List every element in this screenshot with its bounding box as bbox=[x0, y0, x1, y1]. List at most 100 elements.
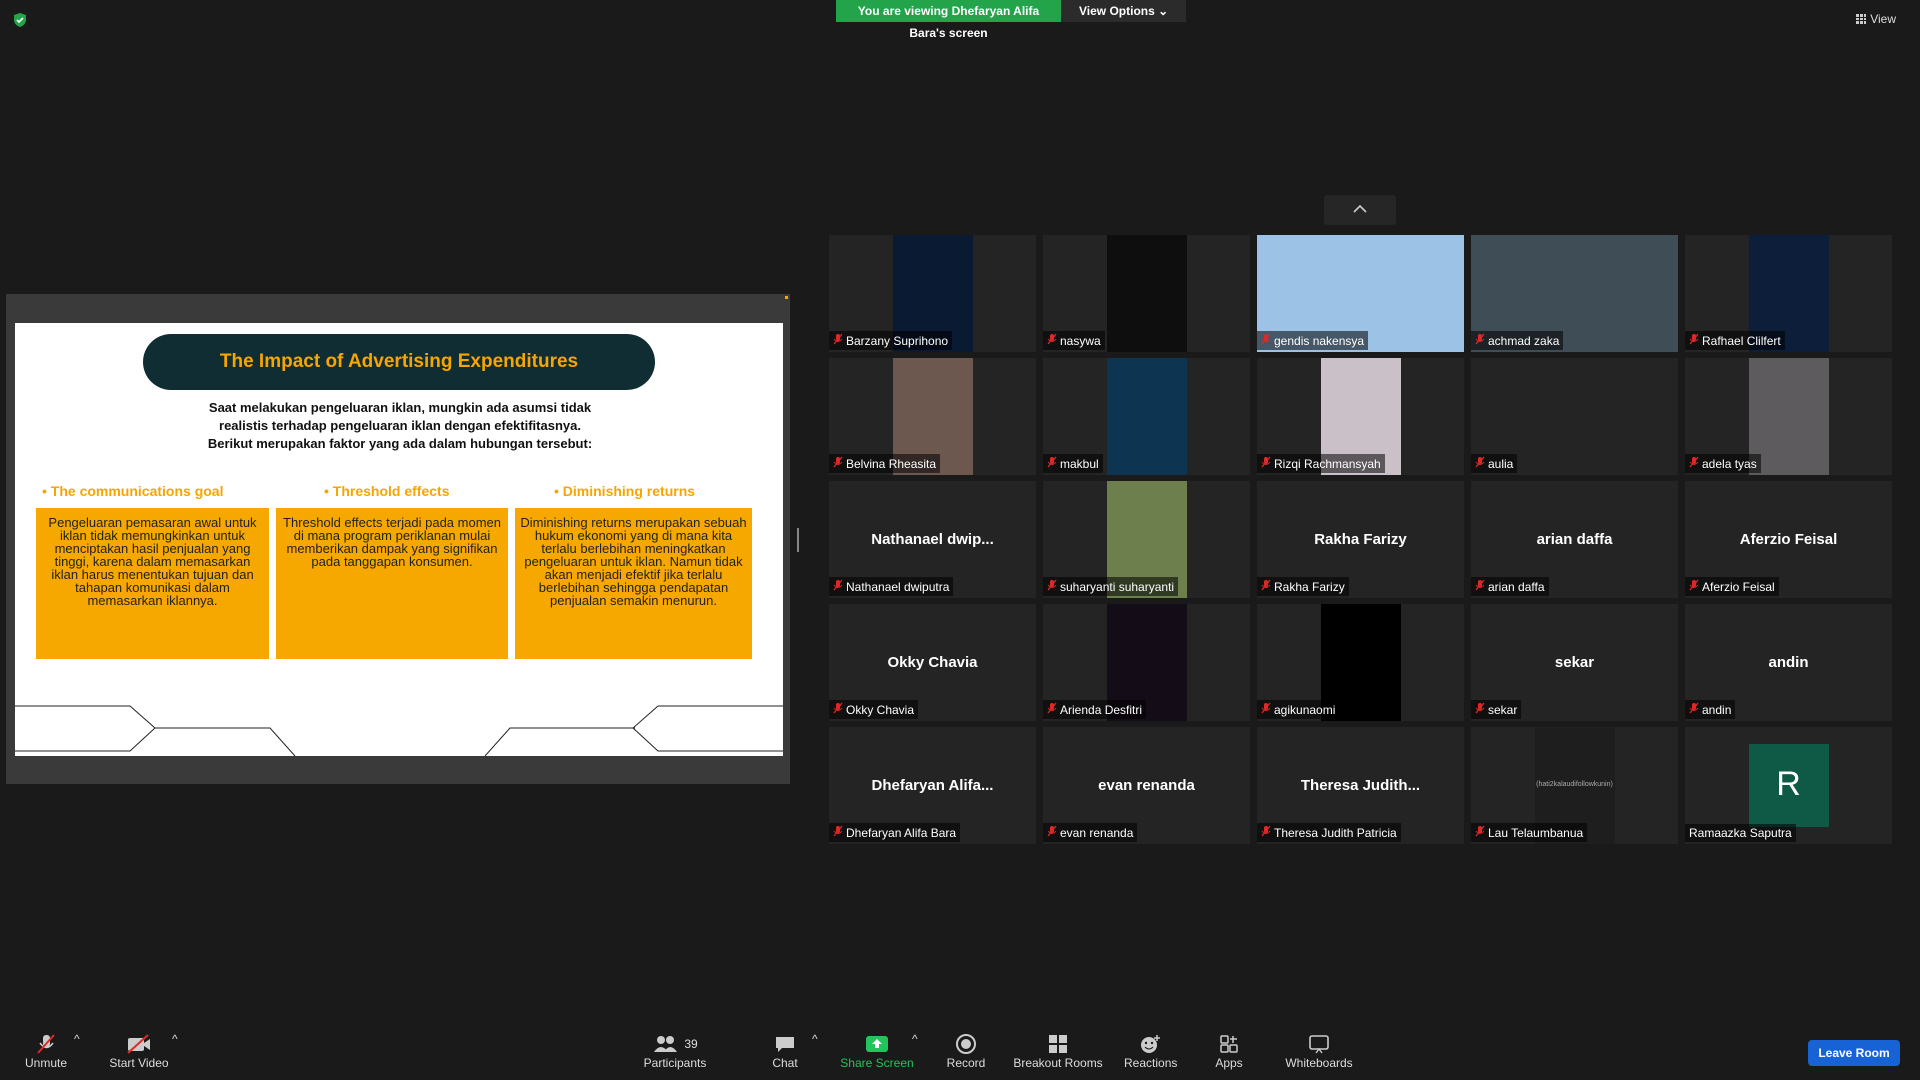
participant-tile[interactable]: makbul bbox=[1043, 358, 1250, 475]
unmute-label: Unmute bbox=[24, 1056, 68, 1070]
participant-name: andin bbox=[1702, 702, 1732, 717]
muted-mic-icon bbox=[1261, 825, 1271, 840]
chat-options-caret[interactable]: ^ bbox=[812, 1032, 818, 1046]
muted-mic-icon bbox=[833, 825, 843, 840]
muted-mic-icon bbox=[1689, 579, 1699, 594]
start-video-button[interactable]: Start Video bbox=[105, 1032, 173, 1070]
muted-mic-icon bbox=[1475, 579, 1485, 594]
whiteboards-button[interactable]: Whiteboards bbox=[1283, 1032, 1355, 1070]
whiteboards-label: Whiteboards bbox=[1285, 1056, 1353, 1070]
splitter-handle[interactable] bbox=[797, 528, 799, 552]
breakout-rooms-label: Breakout Rooms bbox=[1013, 1056, 1103, 1070]
participant-tile[interactable]: adela tyas bbox=[1685, 358, 1892, 475]
breakout-rooms-button[interactable]: Breakout Rooms bbox=[1013, 1032, 1103, 1070]
participant-name-label: Ramaazka Saputra bbox=[1685, 824, 1796, 842]
chevron-down-icon: ⌄ bbox=[1158, 4, 1169, 18]
participant-display-name: (hati2kalaudifollowkunin) bbox=[1536, 781, 1613, 788]
participant-name-label: Theresa Judith Patricia bbox=[1257, 823, 1401, 842]
muted-mic-icon bbox=[1261, 333, 1271, 348]
participant-tile[interactable]: Dhefaryan Alifa... Dhefaryan Alifa Bara bbox=[829, 727, 1036, 844]
collapse-gallery-button[interactable] bbox=[1324, 195, 1396, 225]
participant-name: Rizqi Rachmansyah bbox=[1274, 456, 1381, 471]
participant-tile[interactable]: andin andin bbox=[1685, 604, 1892, 721]
participant-tile[interactable]: Arienda Desfitri bbox=[1043, 604, 1250, 721]
participant-tile[interactable]: Theresa Judith... Theresa Judith Patricia bbox=[1257, 727, 1464, 844]
participant-tile[interactable]: Nathanael dwip... Nathanael dwiputra bbox=[829, 481, 1036, 598]
participant-name-label: Rakha Farizy bbox=[1257, 577, 1349, 596]
participant-display-name: Aferzio Feisal bbox=[1739, 531, 1838, 548]
participant-tile[interactable]: sekar sekar bbox=[1471, 604, 1678, 721]
share-screen-icon bbox=[840, 1032, 914, 1056]
share-options-caret[interactable]: ^ bbox=[912, 1032, 918, 1046]
participant-tile[interactable]: Rizqi Rachmansyah bbox=[1257, 358, 1464, 475]
presentation-slide: The Impact of Advertising Expenditures S… bbox=[15, 323, 783, 756]
participant-tile[interactable]: Rafhael Clilfert bbox=[1685, 235, 1892, 352]
view-button[interactable]: View bbox=[1856, 12, 1896, 26]
grid-view-icon bbox=[1856, 14, 1867, 24]
participant-display-name: Rakha Farizy bbox=[1314, 531, 1407, 548]
participant-tile[interactable]: (hati2kalaudifollowkunin) Lau Telaumbanua bbox=[1471, 727, 1678, 844]
participant-tile[interactable]: achmad zaka bbox=[1471, 235, 1678, 352]
record-icon bbox=[945, 1032, 987, 1056]
participants-icon bbox=[654, 1036, 678, 1052]
participant-video bbox=[1106, 358, 1187, 475]
participant-name: achmad zaka bbox=[1488, 333, 1560, 348]
participants-button[interactable]: 39 Participants bbox=[640, 1032, 710, 1070]
participant-tile[interactable]: Barzany Suprihono bbox=[829, 235, 1036, 352]
participant-name: aulia bbox=[1488, 456, 1514, 471]
participant-tile[interactable]: arian daffa arian daffa bbox=[1471, 481, 1678, 598]
leave-room-button[interactable]: Leave Room bbox=[1808, 1040, 1900, 1066]
participant-tile[interactable]: agikunaomi bbox=[1257, 604, 1464, 721]
participant-name: Rafhael Clilfert bbox=[1702, 333, 1781, 348]
unmute-button[interactable]: Unmute bbox=[20, 1032, 72, 1070]
participant-name: Okky Chavia bbox=[846, 702, 915, 717]
column-head-communications: • The communications goal bbox=[42, 483, 224, 499]
participant-name: Theresa Judith Patricia bbox=[1274, 825, 1397, 840]
participant-display-name: Nathanael dwip... bbox=[871, 531, 994, 548]
muted-mic-icon bbox=[833, 579, 843, 594]
muted-mic-icon bbox=[1475, 702, 1485, 717]
share-screen-button[interactable]: Share Screen bbox=[840, 1032, 914, 1070]
slide-intro: Saat melakukan pengeluaran iklan, mungki… bbox=[207, 400, 593, 451]
share-banner: You are viewing Dhefaryan Alifa Bara's s… bbox=[836, 0, 1187, 40]
participant-name: Lau Telaumbanua bbox=[1488, 825, 1584, 840]
participant-name: Barzany Suprihono bbox=[846, 333, 949, 348]
participant-display-name: Okky Chavia bbox=[887, 654, 978, 671]
start-video-label: Start Video bbox=[109, 1056, 169, 1070]
participant-tile[interactable]: gendis nakensya bbox=[1257, 235, 1464, 352]
muted-mic-icon bbox=[1047, 333, 1057, 348]
apps-button[interactable]: Apps bbox=[1214, 1032, 1244, 1070]
participant-tile[interactable]: R Ramaazka Saputra bbox=[1685, 727, 1892, 844]
participant-name-label: Lau Telaumbanua bbox=[1471, 823, 1588, 842]
participant-tile[interactable]: Belvina Rheasita bbox=[829, 358, 1036, 475]
participant-name-label: Arienda Desfitri bbox=[1043, 700, 1147, 719]
slide-decoration bbox=[15, 705, 783, 756]
shared-screen[interactable]: The Impact of Advertising Expenditures S… bbox=[6, 294, 790, 784]
meeting-toolbar: Unmute ^ Start Video ^ 39 Participants C… bbox=[0, 1022, 1920, 1080]
security-shield-icon[interactable] bbox=[12, 12, 28, 28]
view-options-button[interactable]: View Options ⌄ bbox=[1061, 0, 1187, 22]
participant-name-label: Okky Chavia bbox=[829, 700, 919, 719]
view-options-label: View Options bbox=[1079, 4, 1155, 18]
participant-name: evan renanda bbox=[1060, 825, 1134, 840]
participant-name: Ramaazka Saputra bbox=[1689, 826, 1792, 840]
participant-tile[interactable]: suharyanti suharyanti bbox=[1043, 481, 1250, 598]
column-body-communications: Pengeluaran pemasaran awal untuk iklan t… bbox=[36, 508, 269, 659]
reactions-button[interactable]: Reactions bbox=[1124, 1032, 1177, 1070]
participant-tile[interactable]: Okky Chavia Okky Chavia bbox=[829, 604, 1036, 721]
chat-button[interactable]: Chat bbox=[765, 1032, 805, 1070]
muted-mic-icon bbox=[1047, 579, 1057, 594]
participant-name: gendis nakensya bbox=[1274, 333, 1365, 348]
audio-options-caret[interactable]: ^ bbox=[74, 1032, 80, 1046]
participant-tile[interactable]: aulia bbox=[1471, 358, 1678, 475]
participant-tile[interactable]: Rakha Farizy Rakha Farizy bbox=[1257, 481, 1464, 598]
participant-tile[interactable]: evan renanda evan renanda bbox=[1043, 727, 1250, 844]
muted-mic-icon bbox=[1261, 579, 1271, 594]
record-button[interactable]: Record bbox=[945, 1032, 987, 1070]
apps-icon bbox=[1214, 1032, 1244, 1056]
participant-tile[interactable]: nasywa bbox=[1043, 235, 1250, 352]
participant-name: Arienda Desfitri bbox=[1060, 702, 1143, 717]
video-options-caret[interactable]: ^ bbox=[172, 1032, 178, 1046]
participant-tile[interactable]: Aferzio Feisal Aferzio Feisal bbox=[1685, 481, 1892, 598]
muted-mic-icon bbox=[833, 702, 843, 717]
